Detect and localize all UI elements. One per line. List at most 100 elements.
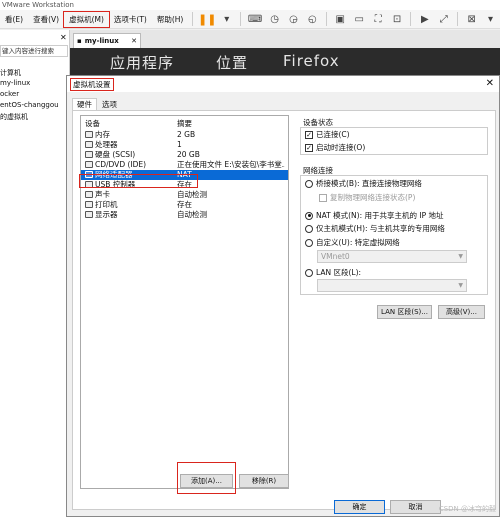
radio-icon — [305, 179, 313, 188]
watermark: CSDN @冰穹的毅 — [438, 505, 496, 513]
close-icon[interactable]: ✕ — [131, 37, 137, 45]
radio-icon — [305, 224, 313, 233]
library-item-my-vms[interactable]: 的虚拟机 — [0, 112, 28, 122]
speaker-icon — [85, 191, 93, 198]
device-name: 打印机 — [95, 200, 118, 209]
connect-at-power-on-label: 启动时连接(O) — [316, 143, 366, 152]
custom-radio[interactable]: 自定义(U): 特定虚拟网络 — [305, 237, 400, 248]
library-view-icon[interactable]: ▣ — [334, 12, 347, 26]
toolbar-divider — [325, 12, 327, 26]
printer-icon — [85, 201, 93, 208]
device-summary: 自动检测 — [177, 190, 207, 199]
library-item-my-linux[interactable]: my-linux — [0, 79, 30, 87]
home-icon: ▪ — [77, 37, 82, 45]
device-name: 内存 — [95, 130, 110, 139]
checkmark-icon: ✓ — [305, 143, 313, 152]
menu-edit[interactable]: 看(E) — [0, 12, 28, 27]
menu-tabs[interactable]: 选项卡(T) — [109, 12, 152, 27]
lan-segment-label: LAN 区段(L): — [316, 268, 362, 277]
ok-button[interactable]: 确定 — [334, 500, 385, 514]
menu-help[interactable]: 帮助(H) — [152, 12, 189, 27]
library-item-computer[interactable]: 计算机 — [0, 68, 21, 78]
device-list-header: 设备 摘要 — [81, 118, 288, 128]
lan-segment-radio[interactable]: LAN 区段(L): — [305, 267, 361, 278]
host-only-radio[interactable]: 仅主机模式(H): 与主机共享的专用网络 — [305, 223, 445, 234]
radio-icon — [305, 268, 313, 277]
chevron-down-icon: ▼ — [458, 282, 463, 289]
view-options-icon[interactable]: ⊠ — [465, 12, 478, 26]
library-item-centos[interactable]: entOS-changgou — [0, 101, 59, 109]
menu-bar: 看(E) 查看(V) 虚拟机(M) 选项卡(T) 帮助(H) ❚❚ ▾ ⌨ ◷ … — [0, 10, 500, 29]
nat-radio[interactable]: NAT 模式(N): 用于共享主机的 IP 地址 — [305, 210, 444, 221]
device-name: 处理器 — [95, 140, 118, 149]
chevron-down-icon: ▼ — [458, 253, 463, 260]
close-icon[interactable]: ✕ — [486, 78, 494, 89]
monitor-icon — [85, 211, 93, 218]
device-summary: 20 GB — [177, 150, 200, 159]
tab-label: my-linux — [84, 37, 119, 45]
dialog-title: 虚拟机设置 — [70, 78, 114, 91]
stretch-icon[interactable]: ⤢ — [437, 12, 450, 26]
console-view-icon[interactable]: ▭ — [353, 12, 366, 26]
device-row-printer[interactable]: 打印机 存在 — [81, 200, 288, 210]
library-panel: ✕ 键入内容进行搜索 计算机 my-linux ocker entOS-chan… — [0, 30, 70, 517]
device-summary: 正在使用文件 E:\安装包\李书堂... — [177, 160, 285, 169]
unity-icon[interactable]: ⊡ — [391, 12, 404, 26]
device-summary: 2 GB — [177, 130, 196, 139]
cancel-button[interactable]: 取消 — [390, 500, 441, 514]
advanced-button[interactable]: 高级(V)... — [438, 305, 485, 319]
snapshot-manager-icon[interactable]: ◵ — [306, 12, 319, 26]
radio-selected-icon — [305, 211, 313, 220]
firefox-launcher[interactable]: Firefox — [283, 52, 340, 70]
send-keys-icon[interactable]: ⌨ — [248, 12, 262, 26]
cd-dvd-icon — [85, 161, 93, 168]
custom-network-value: VMnet0 — [321, 252, 350, 261]
device-name: 显示器 — [95, 210, 118, 219]
close-icon[interactable]: ✕ — [60, 33, 67, 42]
library-item-docker[interactable]: ocker — [0, 90, 19, 98]
connected-label: 已连接(C) — [316, 130, 350, 139]
pause-icon[interactable]: ❚❚ — [198, 12, 216, 26]
terminal-icon[interactable]: ▶ — [418, 12, 431, 26]
custom-network-select[interactable]: VMnet0 ▼ — [317, 250, 467, 263]
toolbar-divider — [240, 12, 242, 26]
revert-snapshot-icon[interactable]: ◶ — [287, 12, 300, 26]
device-row-hard-disk[interactable]: 硬盘 (SCSI) 20 GB — [81, 150, 288, 160]
library-search-input[interactable]: 键入内容进行搜索 — [0, 45, 68, 57]
hard-disk-icon — [85, 151, 93, 158]
host-only-label: 仅主机模式(H): 与主机共享的专用网络 — [316, 224, 445, 233]
applications-menu[interactable]: 应用程序 — [110, 52, 174, 73]
device-name: 硬盘 (SCSI) — [95, 150, 136, 159]
toolbar-divider — [192, 12, 194, 26]
chevron-down-icon[interactable]: ▾ — [220, 12, 233, 26]
fullscreen-icon[interactable]: ⛶ — [372, 12, 385, 26]
bridged-radio[interactable]: 桥接模式(B): 直接连接物理网络 — [305, 178, 422, 189]
device-row-sound-card[interactable]: 声卡 自动检测 — [81, 190, 288, 200]
highlight-box — [177, 462, 236, 494]
tab-my-linux[interactable]: ▪ my-linux ✕ — [73, 33, 141, 48]
device-row-display[interactable]: 显示器 自动检测 — [81, 210, 288, 220]
lan-segments-button[interactable]: LAN 区段(S)... — [377, 305, 432, 319]
replicate-state-checkbox[interactable]: 复制物理网络连接状态(P) — [319, 192, 415, 203]
vm-settings-dialog: 虚拟机设置 ✕ 硬件 选项 设备 摘要 内存 2 GB 处理器 1 硬盘 (SC… — [66, 75, 500, 517]
remove-device-button[interactable]: 移除(R) — [239, 474, 289, 488]
device-row-cd-dvd[interactable]: CD/DVD (IDE) 正在使用文件 E:\安装包\李书堂... — [81, 160, 288, 170]
places-menu[interactable]: 位置 — [216, 52, 248, 73]
nat-label: NAT 模式(N): 用于共享主机的 IP 地址 — [316, 211, 444, 220]
snapshot-icon[interactable]: ◷ — [268, 12, 281, 26]
replicate-state-label: 复制物理网络连接状态(P) — [330, 193, 416, 202]
device-summary: 自动检测 — [177, 210, 207, 219]
toolbar-divider — [410, 12, 412, 26]
menu-vm[interactable]: 虚拟机(M) — [63, 10, 110, 28]
device-row-processor[interactable]: 处理器 1 — [81, 140, 288, 150]
menu-view[interactable]: 查看(V) — [28, 12, 64, 27]
device-row-memory[interactable]: 内存 2 GB — [81, 130, 288, 140]
device-summary: 存在 — [177, 200, 192, 209]
connect-at-power-on-checkbox[interactable]: ✓ 启动时连接(O) — [305, 142, 365, 153]
lan-segment-select[interactable]: ▼ — [317, 279, 467, 292]
checkbox-icon — [319, 193, 327, 202]
guest-top-bar: 应用程序 位置 Firefox — [70, 48, 500, 76]
chevron-down-icon[interactable]: ▾ — [484, 12, 497, 26]
connected-checkbox[interactable]: ✓ 已连接(C) — [305, 129, 350, 140]
toolbar-divider — [457, 12, 459, 26]
